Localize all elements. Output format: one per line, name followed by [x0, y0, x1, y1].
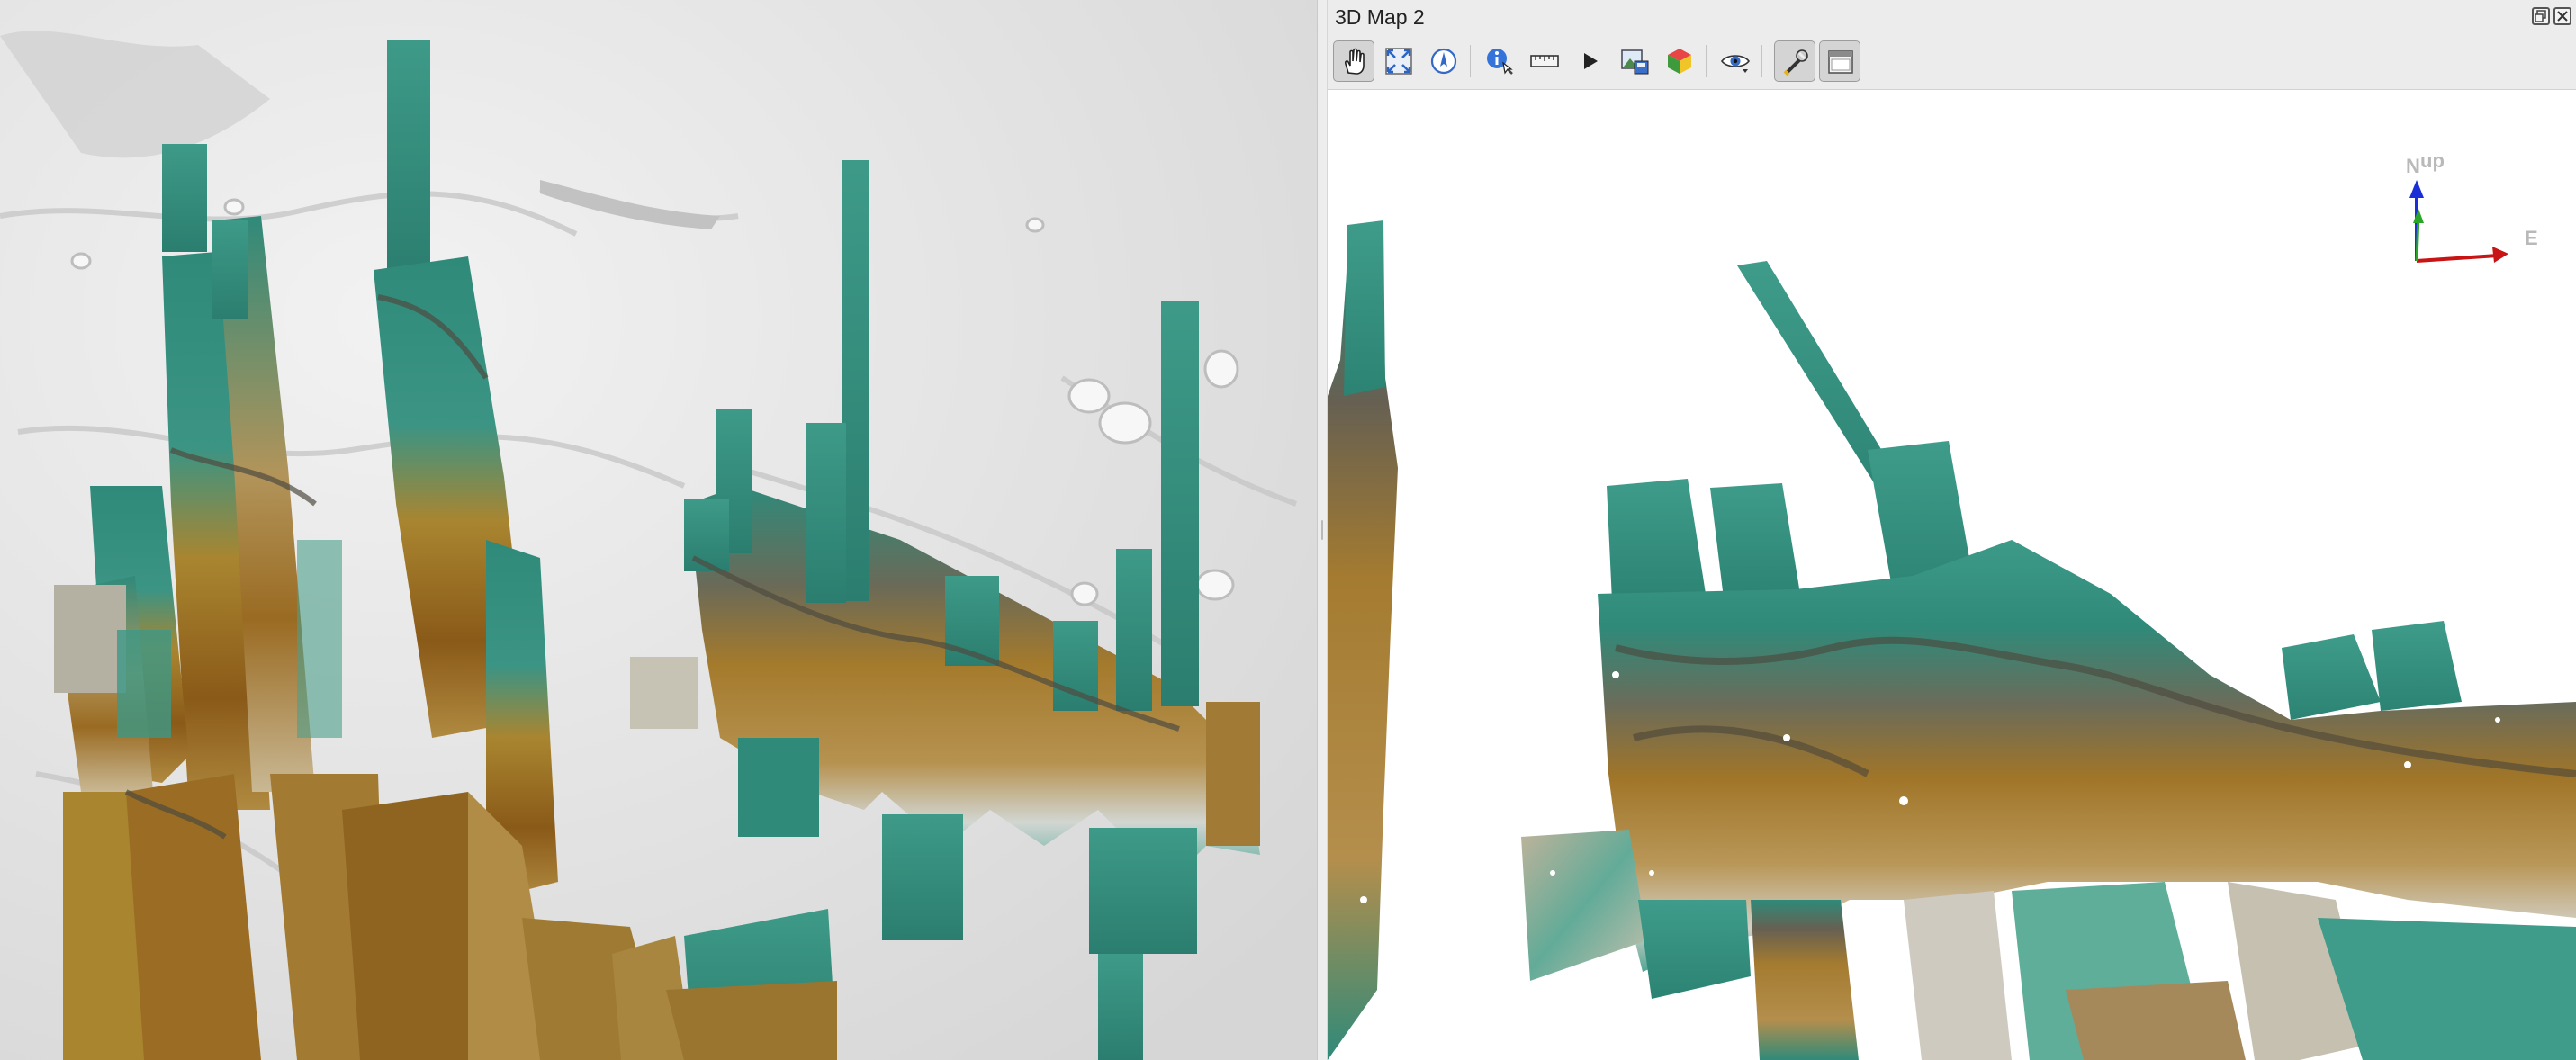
dock-3d-map: 3D Map 2 N up E: [1328, 0, 2576, 1060]
dock-title: 3D Map 2: [1335, 5, 1425, 29]
dock-titlebar[interactable]: 3D Map 2: [1328, 0, 2576, 36]
float-dock-button[interactable]: [2532, 7, 2550, 25]
zoom-full-icon: [1385, 48, 1412, 75]
ruler-icon: [1530, 55, 1559, 67]
map-canvas-3d[interactable]: N up E: [1328, 90, 2576, 1060]
pan-tool[interactable]: [1333, 40, 1374, 82]
axis-label-north: N: [2406, 155, 2420, 177]
float-icon: [2535, 10, 2546, 22]
toolbar-3d: [1328, 36, 2576, 90]
export-3d-tool[interactable]: [1659, 40, 1700, 82]
close-dock-button[interactable]: [2553, 7, 2571, 25]
identify-tool[interactable]: [1479, 40, 1520, 82]
animations-tool[interactable]: [1569, 40, 1610, 82]
configure-tool[interactable]: [1774, 40, 1815, 82]
hand-icon: [1345, 48, 1365, 75]
panel-icon: [1828, 50, 1853, 74]
toolbar-separator: [1761, 45, 1762, 77]
toggle-panel-tool[interactable]: [1819, 40, 1860, 82]
compass-icon: [1430, 48, 1457, 75]
export-image-icon: [1621, 49, 1649, 75]
splitter-grip[interactable]: [1321, 520, 1323, 540]
toolbar-separator: [1706, 45, 1707, 77]
map-2d-rendering: [0, 0, 1317, 1060]
measure-tool[interactable]: [1524, 40, 1565, 82]
map-canvas-2d[interactable]: [0, 0, 1317, 1060]
save-image-tool[interactable]: [1614, 40, 1655, 82]
panel-splitter[interactable]: [1317, 0, 1328, 1060]
close-icon: [2557, 11, 2568, 22]
zoom-full-tool[interactable]: [1378, 40, 1419, 82]
cube-icon: [1668, 49, 1691, 74]
axis-label-east: E: [2525, 227, 2538, 249]
axis-gizmo: N up E: [2381, 144, 2561, 288]
wrench-icon: [1783, 49, 1808, 76]
play-icon: [1584, 53, 1598, 69]
camera-menu-tool[interactable]: [1715, 40, 1756, 82]
eye-icon: [1720, 55, 1751, 73]
axis-label-up: up: [2420, 149, 2445, 172]
identify-icon: [1487, 49, 1513, 75]
toolbar-separator: [1470, 45, 1471, 77]
camera-control-tool[interactable]: [1423, 40, 1464, 82]
